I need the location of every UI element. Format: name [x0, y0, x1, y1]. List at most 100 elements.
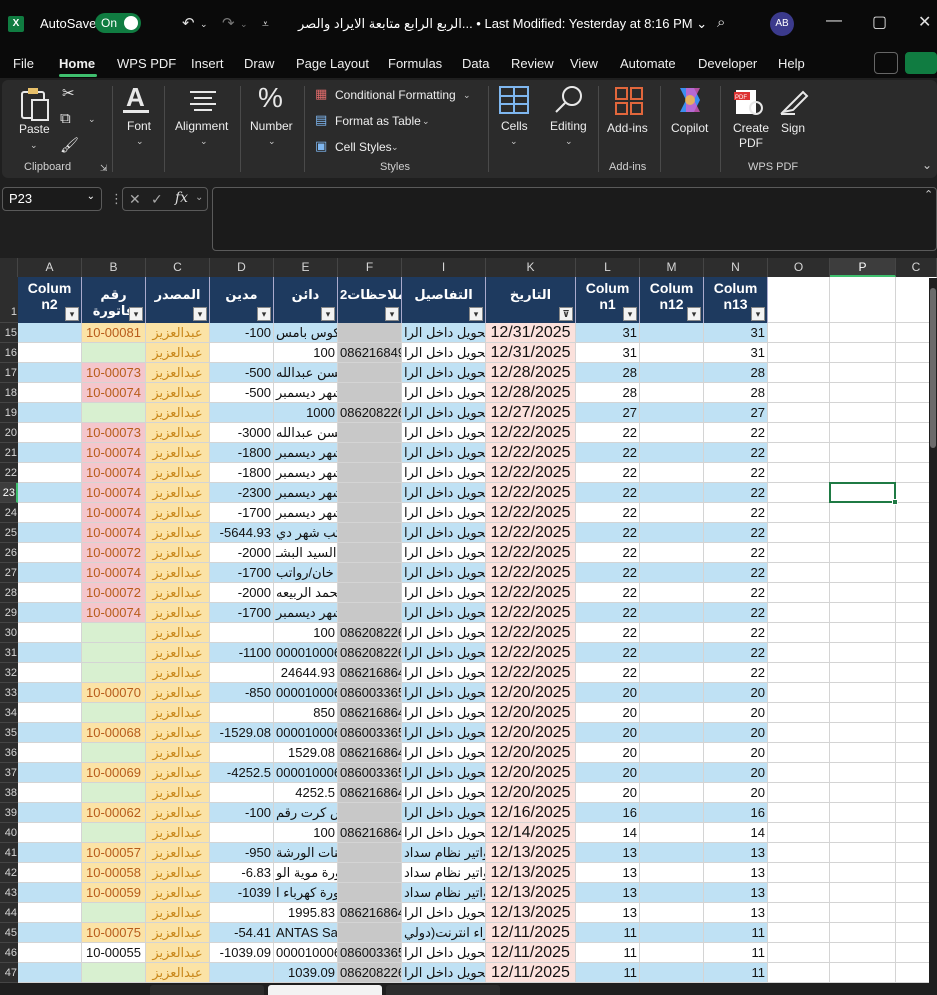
alignment-icon[interactable]: [188, 88, 218, 114]
cell-c[interactable]: عبدالعزيز: [146, 483, 210, 503]
cell-k[interactable]: 12/22/2025: [486, 623, 576, 643]
cell-i[interactable]: تحويل داخل الرا: [402, 363, 486, 383]
row-header[interactable]: 43: [0, 883, 18, 903]
cell-n[interactable]: 11: [704, 943, 768, 963]
cell-n[interactable]: 22: [704, 423, 768, 443]
cell-o[interactable]: [768, 883, 830, 903]
cell-a[interactable]: [18, 763, 82, 783]
redo-icon[interactable]: ↷: [222, 14, 235, 32]
cell-m[interactable]: [640, 903, 704, 923]
cell-p[interactable]: [830, 323, 896, 343]
cell-e[interactable]: 000010006: [274, 943, 338, 963]
cell-e[interactable]: ابوبكر محمد حسن عبدالله/: [274, 423, 338, 443]
filter-dropdown-icon[interactable]: ▾: [751, 307, 765, 321]
sign-icon[interactable]: [779, 86, 809, 116]
cell-k[interactable]: 12/20/2025: [486, 783, 576, 803]
cell-i[interactable]: تحويل داخل الرا: [402, 603, 486, 623]
cell-b[interactable]: 10-00059: [82, 883, 146, 903]
cell-l[interactable]: 22: [576, 663, 640, 683]
cell-i[interactable]: تحويل داخل الرا: [402, 463, 486, 483]
formula-collapse-icon[interactable]: ⌃: [924, 188, 933, 201]
cell-b[interactable]: 10-00081: [82, 323, 146, 343]
tab-developer[interactable]: Developer: [698, 56, 757, 71]
cell-c[interactable]: عبدالعزيز: [146, 563, 210, 583]
cell-k[interactable]: 12/16/2025: [486, 803, 576, 823]
cell-k[interactable]: 12/13/2025: [486, 903, 576, 923]
filter-dropdown-icon[interactable]: ▾: [129, 307, 143, 321]
cell-b[interactable]: [82, 343, 146, 363]
filter-dropdown-icon[interactable]: ▾: [321, 307, 335, 321]
spreadsheet-grid[interactable]: A B C D E F I K L M N O P C 1 Colum n2 ▾ رقم فاتورة ▾ المصد…: [0, 258, 937, 995]
cell-d[interactable]: -500: [210, 383, 274, 403]
cell-i[interactable]: تحويل داخل الرا: [402, 503, 486, 523]
row-header[interactable]: 42: [0, 863, 18, 883]
cell-b[interactable]: 10-00069: [82, 763, 146, 783]
cell-a[interactable]: [18, 383, 82, 403]
cell-p[interactable]: [830, 623, 896, 643]
cell-m[interactable]: [640, 323, 704, 343]
cell[interactable]: [768, 277, 830, 323]
row-header[interactable]: 22: [0, 463, 18, 483]
cell-a[interactable]: [18, 563, 82, 583]
cell-e[interactable]: فاتورة كهرباء ا :Name/: [274, 883, 338, 903]
cell-f[interactable]: 086216864: [338, 823, 402, 843]
cell-k[interactable]: 12/22/2025: [486, 543, 576, 563]
paste-icon[interactable]: [18, 86, 52, 122]
cell-b[interactable]: 10-00074: [82, 443, 146, 463]
cell-o[interactable]: [768, 343, 830, 363]
cell-o[interactable]: [768, 543, 830, 563]
cell-l[interactable]: 31: [576, 323, 640, 343]
cell-a[interactable]: [18, 863, 82, 883]
cell-c[interactable]: عبدالعزيز: [146, 523, 210, 543]
cell-d[interactable]: -500: [210, 363, 274, 383]
cell-m[interactable]: [640, 723, 704, 743]
tab-insert[interactable]: Insert: [191, 56, 224, 71]
cell-d[interactable]: -100: [210, 803, 274, 823]
copy-dropdown-icon[interactable]: ⌄: [88, 114, 96, 125]
cell-b[interactable]: [82, 703, 146, 723]
column-header-f[interactable]: F: [338, 258, 402, 277]
create-pdf-label-1[interactable]: Create: [733, 121, 769, 135]
cell-a[interactable]: [18, 523, 82, 543]
cell-n[interactable]: 22: [704, 663, 768, 683]
filter-dropdown-icon[interactable]: ▾: [687, 307, 701, 321]
cell-m[interactable]: [640, 783, 704, 803]
cell-l[interactable]: 31: [576, 343, 640, 363]
font-icon[interactable]: A: [126, 82, 145, 113]
tab-home[interactable]: Home: [59, 56, 95, 71]
cell-l[interactable]: 13: [576, 883, 640, 903]
cell-d[interactable]: -1039: [210, 883, 274, 903]
table-header-c[interactable]: المصدر ▾: [146, 277, 210, 323]
tab-help[interactable]: Help: [778, 56, 805, 71]
cell-c[interactable]: عبدالعزيز: [146, 663, 210, 683]
cell-e[interactable]: 1039.09: [274, 963, 338, 983]
cell-p[interactable]: [830, 743, 896, 763]
cell-n[interactable]: 28: [704, 383, 768, 403]
cell-i[interactable]: فواتير نظام سداد: [402, 843, 486, 863]
cell-d[interactable]: -1100: [210, 643, 274, 663]
cell-d[interactable]: -1700: [210, 563, 274, 583]
cell-l[interactable]: 13: [576, 863, 640, 883]
close-icon[interactable]: ✕: [918, 12, 931, 32]
cell-p[interactable]: [830, 423, 896, 443]
cell-e[interactable]: 000010006: [274, 723, 338, 743]
cell-l[interactable]: 28: [576, 383, 640, 403]
cell-k[interactable]: 12/20/2025: [486, 723, 576, 743]
cell-i[interactable]: تحويل داخل الرا: [402, 403, 486, 423]
cell-m[interactable]: [640, 923, 704, 943]
addins-label[interactable]: Add-ins: [607, 121, 648, 135]
cell-p[interactable]: [830, 583, 896, 603]
cell-f[interactable]: 086216864: [338, 783, 402, 803]
cell-k[interactable]: 12/22/2025: [486, 643, 576, 663]
alignment-label[interactable]: Alignment: [175, 119, 228, 133]
column-header-n[interactable]: N: [704, 258, 768, 277]
cell-i[interactable]: تحويل داخل الرا: [402, 343, 486, 363]
cell-d[interactable]: -5644.93: [210, 523, 274, 543]
cell-k[interactable]: 12/20/2025: [486, 743, 576, 763]
cell-i[interactable]: تحويل داخل الرا: [402, 483, 486, 503]
cell-a[interactable]: [18, 583, 82, 603]
row-header[interactable]: 45: [0, 923, 18, 943]
fill-handle[interactable]: [892, 499, 898, 505]
cell-styles-icon[interactable]: ▣: [315, 138, 327, 154]
cell-a[interactable]: [18, 443, 82, 463]
